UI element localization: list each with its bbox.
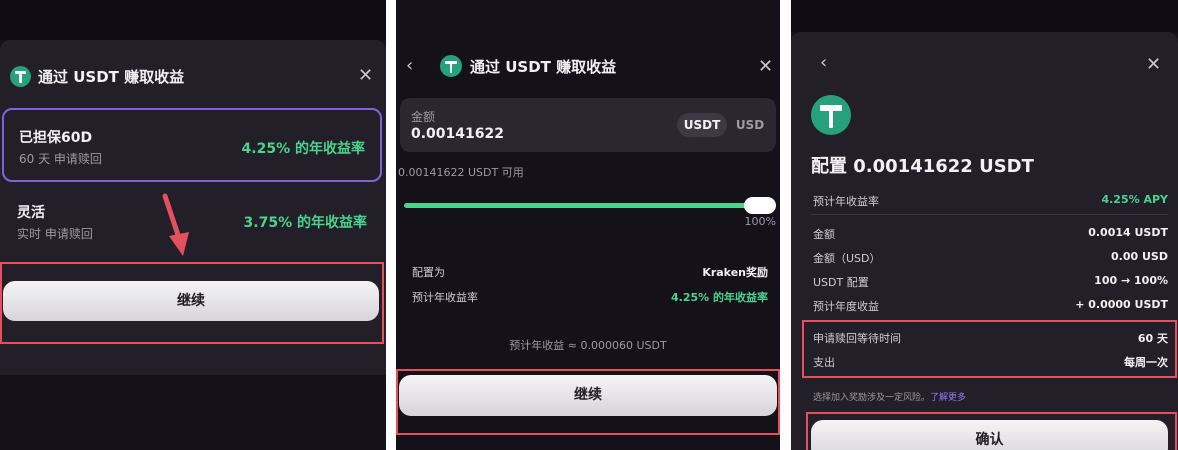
allocate-label: 配置为: [412, 266, 445, 279]
detail-row: 金额（USD） 0.00 USD: [813, 250, 1168, 268]
confirm-title: 配置 0.00141622 USDT: [811, 156, 1034, 177]
learn-more-link[interactable]: 了解更多: [930, 393, 966, 403]
apy-label: 预计年收益率: [813, 195, 879, 208]
available-balance: 0.00141622 USDT 可用: [398, 166, 524, 179]
continue-button[interactable]: 继续: [3, 281, 379, 321]
detail-row: 预计年度收益 + 0.0000 USDT: [813, 298, 1168, 316]
payout-row: 支出 每周一次: [813, 354, 1168, 372]
chevron-left-icon[interactable]: ‹: [406, 57, 413, 75]
detail-label: 申请赎回等待时间: [813, 332, 901, 345]
option-rate: 4.25% 的年收益率: [241, 141, 365, 157]
tether-icon: [10, 66, 31, 87]
apr-label: 预计年收益率: [412, 291, 478, 304]
close-icon[interactable]: ✕: [358, 67, 373, 85]
tether-icon: [440, 55, 462, 77]
sheet-title: 通过 USDT 赚取收益: [470, 58, 617, 76]
sheet-title: 通过 USDT 赚取收益: [38, 68, 185, 86]
option-name: 已担保60D: [19, 130, 93, 146]
amount-slider-track[interactable]: [404, 203, 774, 208]
detail-label: USDT 配置: [813, 276, 869, 289]
amount-label: 金额: [411, 110, 436, 124]
slider-percent-label: 100%: [744, 215, 776, 228]
earn-options-screen: 通过 USDT 赚取收益 ✕ 已担保60D 60 天 申请赎回 4.25% 的年…: [0, 0, 386, 450]
apy-row: 预计年收益率 4.25% APY: [813, 193, 1168, 211]
detail-value: + 0.0000 USDT: [1075, 298, 1168, 311]
allocate-value: Kraken奖励: [702, 266, 768, 279]
option-name: 灵活: [17, 205, 45, 221]
amount-screen: ‹ 通过 USDT 赚取收益 ✕ 金额 0.00141622 USDT USD …: [396, 0, 780, 450]
detail-value: 0.0014 USDT: [1088, 226, 1168, 239]
apy-value: 4.25% APY: [1101, 193, 1168, 206]
top-strip: [0, 0, 386, 40]
chevron-left-icon[interactable]: ‹: [820, 54, 827, 72]
arrow-annotation-icon: [162, 193, 189, 256]
option-card-guaranteed[interactable]: 已担保60D 60 天 申请赎回 4.25% 的年收益率: [2, 108, 382, 182]
detail-label: 金额（USD）: [813, 252, 881, 265]
confirm-sheet: ‹ ✕ 配置 0.00141622 USDT 预计年收益率 4.25% APY …: [791, 32, 1178, 450]
estimated-earnings: 预计年收益 ≈ 0.000060 USDT: [509, 339, 667, 352]
divider: [811, 214, 1168, 215]
confirm-button[interactable]: 确认: [811, 420, 1168, 450]
apr-value: 4.25% 的年收益率: [671, 291, 768, 304]
detail-label: 支出: [813, 356, 835, 369]
top-strip: [791, 0, 1178, 32]
amount-slider-fill: [404, 203, 774, 208]
detail-row: USDT 配置 100 → 100%: [813, 274, 1168, 292]
option-sub: 实时 申请赎回: [17, 227, 93, 241]
risk-note: 选择加入奖励涉及一定风险。了解更多: [813, 390, 966, 403]
continue-button[interactable]: 继续: [399, 375, 777, 416]
detail-value: 0.00 USD: [1111, 250, 1168, 263]
option-rate: 3.75% 的年收益率: [243, 215, 367, 231]
currency-toggle-usd[interactable]: USD: [731, 113, 769, 137]
currency-toggle-usdt[interactable]: USDT: [677, 113, 727, 137]
detail-value: 100 → 100%: [1094, 274, 1168, 287]
detail-value: 每周一次: [1124, 356, 1168, 369]
detail-label: 金额: [813, 228, 835, 241]
redemption-wait-row: 申请赎回等待时间 60 天: [813, 330, 1168, 348]
detail-label: 预计年度收益: [813, 300, 879, 313]
detail-value: 60 天: [1137, 332, 1168, 345]
close-icon[interactable]: ✕: [758, 58, 773, 76]
close-icon[interactable]: ✕: [1146, 56, 1161, 74]
risk-note-text: 选择加入奖励涉及一定风险。: [813, 393, 931, 403]
option-sub: 60 天 申请赎回: [19, 152, 102, 166]
tether-icon: [811, 95, 851, 135]
amount-value[interactable]: 0.00141622: [411, 126, 504, 142]
amount-input-card[interactable]: 金额 0.00141622 USDT USD: [400, 98, 776, 152]
amount-slider-handle[interactable]: [744, 197, 776, 214]
confirm-screen: ‹ ✕ 配置 0.00141622 USDT 预计年收益率 4.25% APY …: [791, 0, 1178, 450]
detail-row: 金额 0.0014 USDT: [813, 226, 1168, 244]
